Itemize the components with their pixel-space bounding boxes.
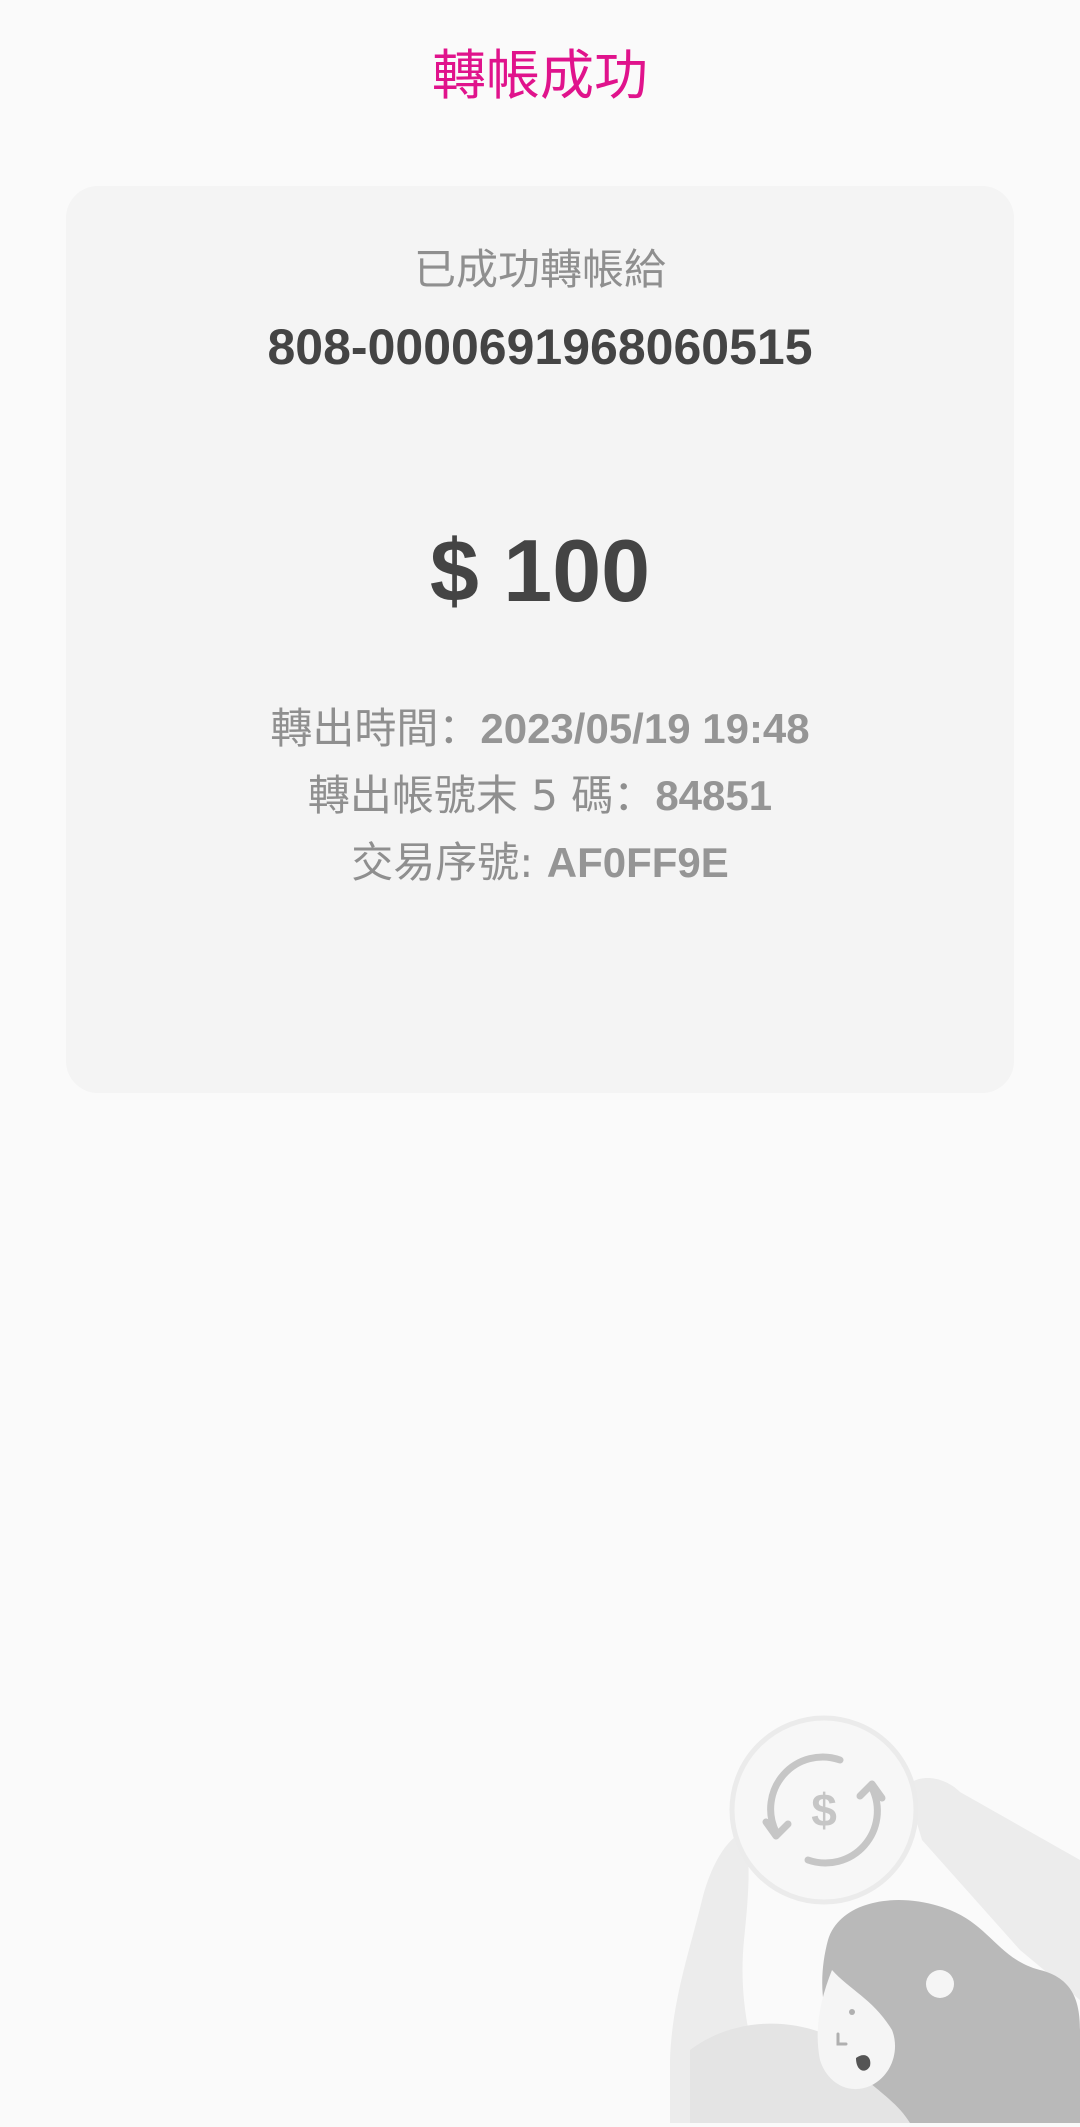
- recipient-account-number: 808-0000691968060515: [267, 319, 813, 375]
- dollar-exchange-icon: $: [729, 1715, 919, 1905]
- transfer-time-label: 轉出時間：: [270, 704, 481, 753]
- transaction-id-row: 交易序號: AF0FF9E: [66, 831, 1014, 895]
- transfer-time-row: 轉出時間：2023/05/19 19:48: [66, 697, 1014, 761]
- transaction-id-label: 交易序號:: [351, 838, 547, 887]
- svg-text:$: $: [811, 1784, 837, 1836]
- recipient-label: 已成功轉帳給: [413, 245, 666, 294]
- source-account-last5-row: 轉出帳號末 5 碼：84851: [66, 764, 1014, 828]
- eye: [849, 2009, 855, 2015]
- transfer-time-value: 2023/05/19 19:48: [480, 705, 810, 752]
- source-account-last5-label: 轉出帳號末 5 碼：: [307, 771, 656, 820]
- person-holding-coin-illustration: $: [660, 1700, 1080, 2123]
- ear: [926, 1970, 954, 1998]
- transaction-id-value: AF0FF9E: [546, 839, 729, 886]
- transfer-amount: $ 100: [429, 521, 651, 620]
- source-account-last5-value: 84851: [655, 772, 773, 819]
- transfer-receipt-card: 已成功轉帳給 808-0000691968060515 $ 100 轉出時間：2…: [66, 186, 1014, 1093]
- page-title: 轉帳成功: [432, 44, 648, 107]
